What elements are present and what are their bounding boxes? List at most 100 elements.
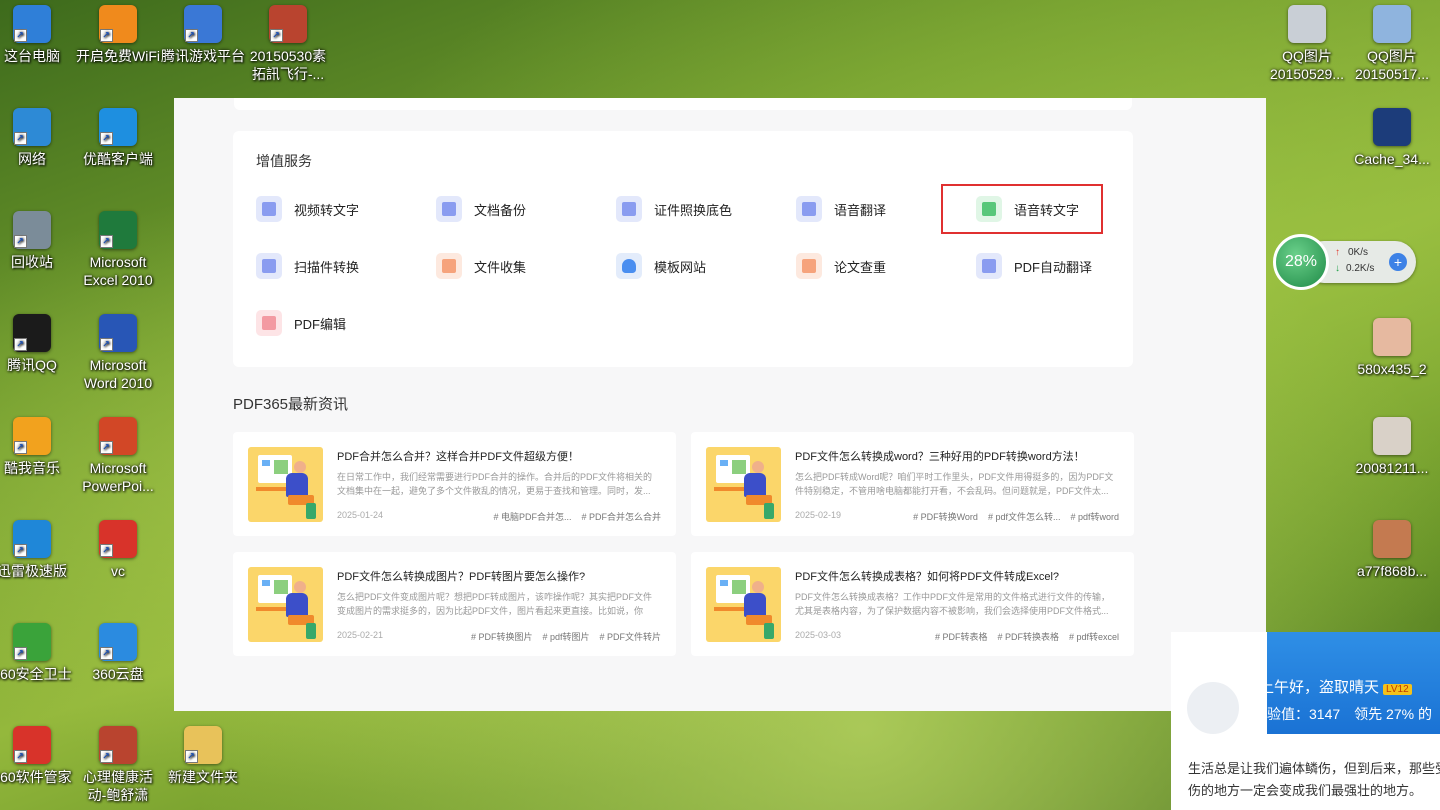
news-card-2[interactable]: PDF文件怎么转换成图片？PDF转图片要怎么操作? 怎么把PDF文件变成图片呢？想… [233, 552, 676, 656]
accelerate-plus-icon[interactable]: + [1389, 253, 1407, 271]
desktop-icon-left-15[interactable]: 360云盘 [76, 623, 160, 683]
service-item-7[interactable]: 模板网站 [616, 251, 706, 281]
cloud-template-icon [616, 253, 642, 279]
desktop-icon-label: Microsoft Excel 2010 [83, 254, 153, 288]
news-tag[interactable]: # PDF转表格 [935, 630, 988, 643]
desktop-icon-label: 回收站 [11, 254, 53, 270]
service-item-10[interactable]: PDF编辑 [256, 308, 346, 338]
top-card-edge [234, 98, 1132, 110]
thunder-icon [13, 520, 51, 558]
desktop-icon-left-11[interactable]: Microsoft PowerPoi... [76, 417, 160, 495]
news-tag[interactable]: # pdf转图片 [542, 630, 589, 643]
desktop-icon-left-9[interactable]: Microsoft Word 2010 [76, 314, 160, 392]
360-software-icon [13, 726, 51, 764]
news-thumbnail [248, 447, 323, 522]
thumbnail-person-head [294, 581, 306, 593]
desktop-icon-left-16[interactable]: 360软件管家 [0, 726, 74, 786]
thumbnail-person-head [752, 461, 764, 473]
kuwo-music-icon [13, 417, 51, 455]
down-arrow-icon: ↓ [1335, 263, 1340, 274]
desktop-icon-right-5[interactable]: a77f868b... [1350, 520, 1434, 580]
desktop-icon-left-0[interactable]: 这台电脑 [0, 5, 74, 65]
desktop-icon-right-4[interactable]: 20081211... [1350, 417, 1434, 477]
desktop-icon-right-2[interactable]: Cache_34... [1350, 108, 1434, 168]
news-card-3[interactable]: PDF文件怎么转换成表格？如何将PDF文件转成Excel? PDF文件怎么转换成表… [691, 552, 1134, 656]
pdf-edit-icon-glyph [262, 316, 276, 330]
news-thumbnail [706, 447, 781, 522]
desktop-icon-left-17[interactable]: 心理健康活动-鲍舒潇 [76, 726, 160, 804]
service-item-1[interactable]: 文档备份 [436, 194, 526, 224]
photo-icon [1373, 318, 1411, 356]
upload-speed-value: 0K/s [1348, 247, 1369, 258]
desktop-icon-left-5[interactable]: 优酷客户端 [76, 108, 160, 168]
news-tag[interactable]: # PDF文件转片 [599, 630, 661, 643]
news-tag[interactable]: # pdf文件怎么转... [988, 510, 1061, 523]
news-tag[interactable]: # PDF转换图片 [471, 630, 533, 643]
news-tags: # PDF转换Word # pdf文件怎么转... # pdf转word [913, 510, 1119, 523]
desktop-icon-left-14[interactable]: 360安全卫士 [0, 623, 74, 683]
news-tag[interactable]: # pdf转excel [1069, 630, 1119, 643]
news-date: 2025-02-21 [337, 630, 384, 640]
powerpoint-icon [99, 417, 137, 455]
thumbnail-person-head [294, 461, 306, 473]
service-item-3[interactable]: 语音翻译 [796, 194, 886, 224]
desktop-icon-left-6[interactable]: 回收站 [0, 211, 74, 271]
thumbnail-desk [714, 607, 746, 611]
service-item-label: 证件照换底色 [654, 202, 733, 218]
news-tag[interactable]: # 电脑PDF合并怎... [493, 510, 571, 523]
service-item-2[interactable]: 证件照换底色 [616, 194, 732, 224]
id-photo-icon-glyph [622, 202, 636, 216]
news-tag[interactable]: # PDF转换Word [913, 510, 978, 523]
desktop-icon-right-0[interactable]: QQ图片20150529... [1265, 5, 1349, 83]
image-icon [1373, 5, 1411, 43]
news-tag[interactable]: # PDF合并怎么合并 [581, 510, 661, 523]
news-card-0[interactable]: PDF合并怎么合并？这样合并PDF文件超级方便！ 在日常工作中，我们经常需要进行P… [233, 432, 676, 536]
archive-icon [99, 726, 137, 764]
service-item-9[interactable]: PDF自动翻译 [976, 251, 1092, 281]
voice-translate-icon-glyph [802, 202, 816, 216]
service-item-label: PDF自动翻译 [1014, 259, 1093, 275]
desktop-icon-left-10[interactable]: 酷我音乐 [0, 417, 74, 477]
desktop-icon-left-3[interactable]: 20150530素拓訊飞行-... [246, 5, 330, 83]
news-title[interactable]: PDF文件怎么转换成表格？如何将PDF文件转成Excel? [795, 568, 1125, 584]
selection-highlight-box [941, 184, 1103, 234]
service-item-5[interactable]: 扫描件转换 [256, 251, 359, 281]
qq-greeting-popup[interactable]: 上午好，盗取晴天 LV12 经验值：3147 领先 27% 的 生活总是让我们遍体… [1171, 632, 1440, 810]
desktop-icon-left-18[interactable]: 新建文件夹 [161, 726, 245, 786]
news-tag[interactable]: # pdf转word [1070, 510, 1119, 523]
memory-usage-ball[interactable]: 28% [1273, 234, 1329, 290]
thumbnail-person-head [752, 581, 764, 593]
service-item-label: 论文查重 [834, 259, 887, 275]
desktop-icon-left-2[interactable]: 腾讯游戏平台 [161, 5, 245, 65]
news-title[interactable]: PDF合并怎么合并？这样合并PDF文件超级方便！ [337, 448, 667, 464]
news-title[interactable]: PDF文件怎么转换成图片？PDF转图片要怎么操作? [337, 568, 667, 584]
service-item-label: 文件收集 [474, 259, 527, 275]
video-to-text-icon-glyph [262, 202, 276, 216]
voice-translate-icon [796, 196, 822, 222]
avatar[interactable] [1185, 680, 1241, 736]
service-item-0[interactable]: 视频转文字 [256, 194, 359, 224]
desktop-icon-left-4[interactable]: 网络 [0, 108, 74, 168]
desktop-icon-label: 网络 [18, 151, 46, 167]
news-tags: # PDF转换图片 # pdf转图片 # PDF文件转片 [471, 630, 661, 643]
desktop-icon-label: QQ图片20150517... [1355, 48, 1429, 82]
pdf365-main-panel: 增值服务 视频转文字 文档备份 证件照换底色 语音翻译 语音转文字 扫描件转换 文件收集 模板… [174, 98, 1266, 711]
desktop-icon-left-1[interactable]: 开启免费WiFi [76, 5, 160, 65]
desktop-icon-left-13[interactable]: vc [76, 520, 160, 580]
desktop-icon-right-3[interactable]: 580x435_2 [1350, 318, 1434, 378]
news-card-1[interactable]: PDF文件怎么转换成word？三种好用的PDF转换word方法！ 怎么把PDF转成… [691, 432, 1134, 536]
desktop-icon-label: 360云盘 [92, 666, 144, 682]
network-monitor-widget[interactable]: 28% ↑ 0K/s ↓ 0.2K/s + [1273, 234, 1418, 290]
file-collect-icon-glyph [442, 259, 456, 273]
news-title[interactable]: PDF文件怎么转换成word？三种好用的PDF转换word方法！ [795, 448, 1125, 464]
desktop-icon-left-7[interactable]: Microsoft Excel 2010 [76, 211, 160, 289]
desktop-icon-right-1[interactable]: QQ图片20150517... [1350, 5, 1434, 83]
desktop-icon-label: 新建文件夹 [168, 769, 238, 785]
qq-icon [13, 314, 51, 352]
service-item-8[interactable]: 论文查重 [796, 251, 886, 281]
desktop-icon-left-8[interactable]: 腾讯QQ [0, 314, 74, 374]
service-item-label: PDF编辑 [294, 316, 347, 332]
news-tag[interactable]: # PDF转换表格 [997, 630, 1059, 643]
desktop-icon-left-12[interactable]: 迅雷极速版 [0, 520, 74, 580]
service-item-6[interactable]: 文件收集 [436, 251, 526, 281]
